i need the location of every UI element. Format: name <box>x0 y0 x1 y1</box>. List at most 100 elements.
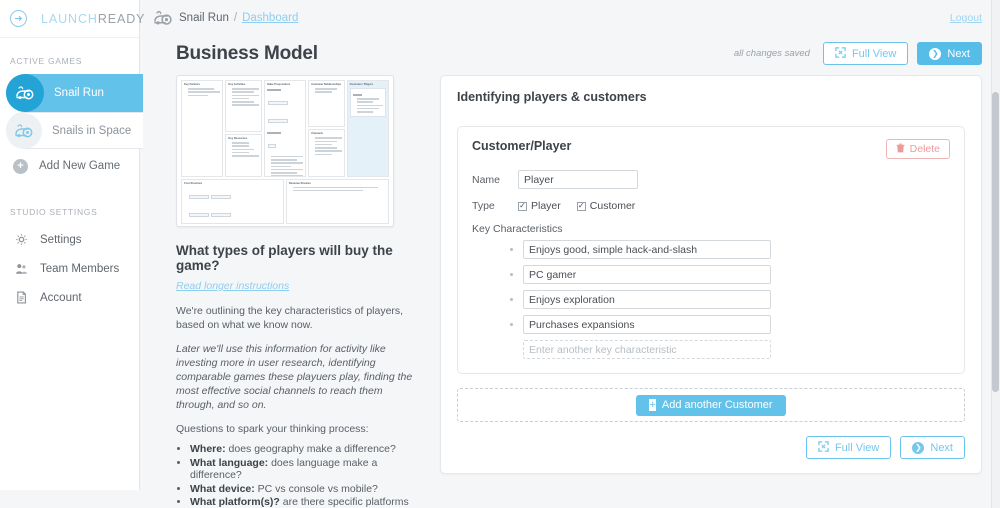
name-label: Name <box>472 173 501 186</box>
next-button-top[interactable]: ❯ Next <box>917 42 982 65</box>
sidebar-item-settings[interactable]: Settings <box>0 225 139 254</box>
trash-icon <box>896 143 905 156</box>
bullet-bold: What platform(s)? <box>190 496 280 508</box>
canvas-block-cost-structure: Cost Structure <box>181 178 284 224</box>
page-header: Business Model all changes saved Full Vi… <box>140 36 1000 65</box>
type-label: Type <box>472 200 495 212</box>
new-key-characteristic-input[interactable]: Enter another key characteristic <box>523 340 771 359</box>
list-item <box>472 265 950 284</box>
sidebar-item-team-members[interactable]: Team Members <box>0 254 139 283</box>
type-checkbox-customer[interactable]: ✓ Customer <box>576 200 636 212</box>
next-button-bottom[interactable]: ❯ Next <box>900 436 965 459</box>
key-characteristic-input[interactable] <box>523 290 771 309</box>
customer-card: Customer/Player Delete Name Player Type … <box>457 126 965 374</box>
instructions-question-title: What types of players will buy the game? <box>176 243 393 273</box>
instructions-column: Key Partners Key Activities Key Resource… <box>176 75 422 508</box>
name-field-row: Name <box>472 170 950 189</box>
plus-icon: + <box>649 399 656 411</box>
canvas-block-title: Revenue Streams <box>289 181 311 185</box>
instructions-paragraph-3: Questions to spark your thinking process… <box>176 423 369 435</box>
team-icon <box>14 262 29 275</box>
checkbox-checked-icon: ✓ <box>576 201 586 211</box>
gear-icon <box>14 233 29 246</box>
canvas-col-relationships: Customer Relationships Channels <box>308 80 345 177</box>
chevron-right-icon: ❯ <box>912 441 925 454</box>
chevron-right-icon: ❯ <box>929 47 942 60</box>
canvas-grid: Key Partners Key Activities Key Resource… <box>181 80 390 224</box>
type-checkbox-player[interactable]: ✓ Player <box>518 200 561 212</box>
canvas-block-title: Key Partners <box>184 83 201 86</box>
panel-footer-actions: Full View ❯ Next <box>457 436 965 459</box>
bullet-bold: What device: <box>190 482 255 495</box>
type-field-row: Type ✓ Player ✓ Customer <box>472 200 950 212</box>
bullet-icon <box>510 323 513 326</box>
add-new-game-button[interactable]: + Add New Game <box>0 149 139 183</box>
checkbox-label: Customer <box>589 200 636 212</box>
list-item <box>472 290 950 309</box>
bullet-bold: What language: <box>190 456 269 469</box>
expand-icon <box>818 440 829 455</box>
identifying-panel: Identifying players & customers Customer… <box>440 75 982 474</box>
canvas-block-title: Value Propositions <box>266 83 291 86</box>
add-new-game-label: Add New Game <box>39 160 121 172</box>
canvas-block-revenue-streams: Revenue Streams <box>286 178 389 224</box>
sidebar-item-label: Account <box>40 291 82 304</box>
canvas-block-key-partners: Key Partners <box>181 80 224 177</box>
full-view-button-top[interactable]: Full View <box>822 42 909 65</box>
list-item <box>472 240 950 259</box>
sidebar-item-snail-run[interactable]: Snail Run <box>6 74 143 112</box>
document-icon <box>14 291 29 304</box>
delete-label: Delete <box>909 143 940 155</box>
logo-text: LAUNCHREADY <box>41 12 145 26</box>
bullet-icon <box>510 248 513 251</box>
page-header-actions: all changes saved Full View ❯ Next <box>734 42 982 65</box>
list-item: What platform(s)? are there specific pla… <box>190 496 422 508</box>
bullet-icon <box>510 298 513 301</box>
next-label: Next <box>930 441 953 454</box>
breadcrumb-dashboard-link[interactable]: Dashboard <box>242 12 298 24</box>
add-another-customer-button[interactable]: + Add another Customer <box>636 394 786 416</box>
canvas-block-title: Customer / Players <box>349 83 374 86</box>
scrollbar-thumb[interactable] <box>992 92 999 392</box>
read-longer-instructions-link[interactable]: Read longer instructions <box>176 280 289 292</box>
list-item: What device: PC vs console vs mobile? <box>190 483 422 496</box>
canvas-block-title: Key Resources <box>228 136 248 140</box>
key-characteristics-list: Enter another key characteristic <box>472 240 950 359</box>
add-customer-dropzone: + Add another Customer <box>457 388 965 422</box>
bullet-icon <box>510 273 513 276</box>
page-scrollbar[interactable] <box>991 0 1000 508</box>
arrow-circle-icon <box>10 10 27 27</box>
key-characteristic-input[interactable] <box>523 315 771 334</box>
app-logo[interactable]: LAUNCHREADY <box>0 0 144 38</box>
key-characteristic-input[interactable] <box>523 240 771 259</box>
canvas-block-value-propositions: Value Propositions <box>263 80 307 177</box>
checkbox-label: Player <box>531 200 561 212</box>
sidebar-section-active-games: ACTIVE GAMES <box>10 56 83 66</box>
full-view-button-bottom[interactable]: Full View <box>805 436 892 459</box>
customer-name-input[interactable] <box>518 170 638 189</box>
expand-icon <box>835 46 846 61</box>
canvas-block-key-resources: Key Resources <box>225 133 262 177</box>
bullet-text: does geography make a difference? <box>225 443 396 455</box>
logo-text-launch: LAUNCH <box>41 11 98 26</box>
business-model-canvas-thumbnail[interactable]: Key Partners Key Activities Key Resource… <box>176 75 394 227</box>
logout-link[interactable]: Logout <box>950 12 982 24</box>
canvas-col-activities: Key Activities Key Resources <box>225 80 262 177</box>
sidebar-item-label: Team Members <box>40 262 120 275</box>
customer-card-header: Customer/Player Delete <box>472 139 950 159</box>
panel-title: Identifying players & customers <box>457 90 647 104</box>
canvas-row-bottom: Cost Structure Revenue Streams <box>181 178 389 224</box>
list-item: What language: does language make a diff… <box>190 457 422 482</box>
sidebar-section-studio-settings: STUDIO SETTINGS <box>10 207 98 217</box>
sidebar-item-label: Snails in Space <box>52 124 132 137</box>
sidebar-item-account[interactable]: Account <box>0 283 139 312</box>
page-title: Business Model <box>176 42 318 64</box>
checkbox-checked-icon: ✓ <box>518 201 527 211</box>
main-content: Snail Run / Dashboard Logout Business Mo… <box>140 0 1000 508</box>
delete-customer-button[interactable]: Delete <box>885 139 950 159</box>
key-characteristic-input[interactable] <box>523 265 771 284</box>
sidebar-item-snails-in-space[interactable]: Snails in Space <box>6 112 143 149</box>
canvas-block-title: Channels <box>311 132 323 136</box>
snail-icon <box>6 112 42 149</box>
canvas-block-customer-relationships: Customer Relationships <box>308 80 345 128</box>
